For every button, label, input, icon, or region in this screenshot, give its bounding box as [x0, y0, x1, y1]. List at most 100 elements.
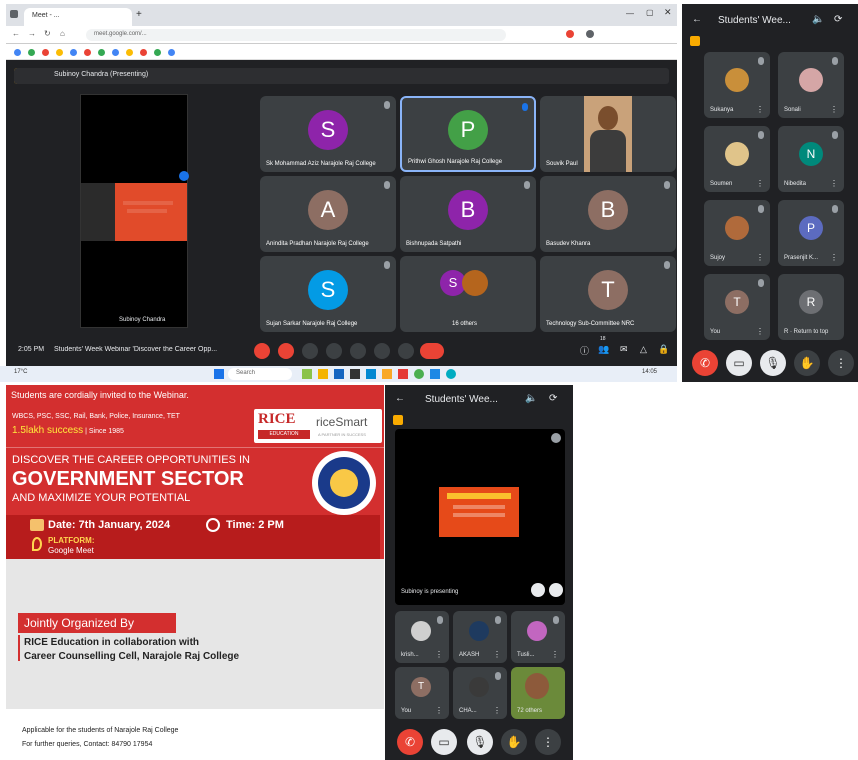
forward-icon[interactable]: →: [28, 29, 36, 38]
activities-icon[interactable]: △: [640, 344, 647, 355]
bookmark-icon[interactable]: [56, 49, 63, 56]
participant-tile-self[interactable]: T You ⋮: [704, 274, 770, 340]
more-icon[interactable]: ⋮: [756, 105, 764, 114]
others-tile[interactable]: 72 others: [511, 667, 565, 719]
end-call-button[interactable]: [420, 343, 444, 359]
mic-off-button[interactable]: 🎙: [760, 350, 786, 376]
participant-tile-active[interactable]: P Prithwi Ghosh Narajole Raj College: [400, 96, 536, 172]
more-icon[interactable]: ⋮: [756, 179, 764, 188]
extension-icon[interactable]: [566, 30, 574, 38]
back-arrow-icon[interactable]: ←: [395, 393, 405, 404]
return-to-top-label[interactable]: R · Return to top: [784, 329, 828, 335]
bookmark-icon[interactable]: [42, 49, 49, 56]
app-icon[interactable]: [446, 369, 456, 379]
chrome-icon[interactable]: [414, 369, 424, 379]
back-icon[interactable]: ←: [12, 29, 20, 38]
app-icon[interactable]: [302, 369, 312, 379]
chat-icon[interactable]: ✉: [620, 344, 628, 355]
participant-tile[interactable]: CHA... ⋮: [453, 667, 507, 719]
participant-tile[interactable]: N Nibedita ⋮: [778, 126, 844, 192]
info-icon[interactable]: ⓘ: [580, 344, 589, 357]
participant-tile[interactable]: T Technology Sub-Committee NRC: [540, 256, 676, 332]
participant-tile[interactable]: S Sujan Sarkar Narajole Raj College: [260, 256, 396, 332]
more-icon[interactable]: ⋮: [551, 650, 559, 659]
new-tab-icon[interactable]: +: [136, 9, 142, 20]
bookmark-icon[interactable]: [98, 49, 105, 56]
participant-tile[interactable]: krish... ⋮: [395, 611, 449, 663]
return-to-top-tile[interactable]: R R · Return to top: [778, 274, 844, 340]
participant-tile[interactable]: Soumen ⋮: [704, 126, 770, 192]
more-icon[interactable]: ⋮: [830, 105, 838, 114]
bookmark-icon[interactable]: [168, 49, 175, 56]
camera-off-button[interactable]: ▭: [726, 350, 752, 376]
bookmark-icon[interactable]: [14, 49, 21, 56]
participant-tile[interactable]: A Anindita Pradhan Narajole Raj College: [260, 176, 396, 252]
back-arrow-icon[interactable]: ←: [692, 14, 702, 25]
speaker-icon[interactable]: 🔈: [812, 14, 824, 25]
present-button[interactable]: [350, 343, 366, 359]
participant-tile[interactable]: S Sk Mohammad Aziz Narajole Raj College: [260, 96, 396, 172]
raise-hand-button[interactable]: ✋: [794, 350, 820, 376]
start-icon[interactable]: [214, 369, 224, 379]
app-icon[interactable]: [430, 369, 440, 379]
app-icon[interactable]: [334, 369, 344, 379]
end-call-button[interactable]: ✆: [397, 729, 423, 755]
bookmark-icon[interactable]: [126, 49, 133, 56]
switch-camera-icon[interactable]: ⟳: [549, 393, 557, 404]
minimize-icon[interactable]: —: [626, 9, 634, 18]
more-icon[interactable]: ⋮: [493, 650, 501, 659]
participant-tile[interactable]: Sonali ⋮: [778, 52, 844, 118]
participant-tile[interactable]: P Prasenjit K... ⋮: [778, 200, 844, 266]
more-icon[interactable]: ⋮: [756, 253, 764, 262]
participant-tile[interactable]: Sujoy ⋮: [704, 200, 770, 266]
raise-hand-button[interactable]: ✋: [501, 729, 527, 755]
bookmark-icon[interactable]: [140, 49, 147, 56]
close-icon[interactable]: ✕: [664, 7, 672, 18]
captions-button[interactable]: [302, 343, 318, 359]
weather-widget[interactable]: 17°C: [14, 369, 27, 375]
more-options-button[interactable]: [398, 343, 414, 359]
mic-toggle-icon[interactable]: [531, 583, 545, 597]
people-icon[interactable]: 👥: [598, 344, 609, 355]
participant-tile[interactable]: Sukanya ⋮: [704, 52, 770, 118]
bookmark-icon[interactable]: [112, 49, 119, 56]
raise-hand-button[interactable]: [374, 343, 390, 359]
more-options-button[interactable]: ⋮: [535, 729, 561, 755]
more-icon[interactable]: ⋮: [435, 650, 443, 659]
app-icon[interactable]: [350, 369, 360, 379]
more-icon[interactable]: ⋮: [830, 253, 838, 262]
app-icon[interactable]: [318, 369, 328, 379]
participant-tile[interactable]: AKASH ⋮: [453, 611, 507, 663]
profile-icon[interactable]: [586, 30, 594, 38]
app-icon[interactable]: [398, 369, 408, 379]
emoji-button[interactable]: [326, 343, 342, 359]
more-icon[interactable]: ⋮: [493, 706, 501, 715]
participant-tile[interactable]: B Bishnupada Satpathi: [400, 176, 536, 252]
participant-tile[interactable]: Tusli... ⋮: [511, 611, 565, 663]
app-icon[interactable]: [366, 369, 376, 379]
app-icon[interactable]: [382, 369, 392, 379]
mic-off-button[interactable]: 🎙: [467, 729, 493, 755]
bookmark-icon[interactable]: [70, 49, 77, 56]
browser-tab[interactable]: Meet - ...: [24, 8, 132, 26]
participant-tile-self[interactable]: T You ⋮: [395, 667, 449, 719]
more-icon[interactable]: ⋮: [756, 327, 764, 336]
tab-search-icon[interactable]: [10, 10, 18, 18]
url-input[interactable]: meet.google.com/...: [86, 29, 506, 41]
bookmark-icon[interactable]: [28, 49, 35, 56]
mic-off-button[interactable]: [254, 343, 270, 359]
maximize-icon[interactable]: ▢: [646, 8, 654, 17]
camera-off-button[interactable]: ▭: [431, 729, 457, 755]
fullscreen-icon[interactable]: [549, 583, 563, 597]
speaker-icon[interactable]: 🔈: [525, 393, 537, 404]
more-options-button[interactable]: ⋮: [828, 350, 854, 376]
bookmark-icon[interactable]: [154, 49, 161, 56]
taskbar-search[interactable]: Search: [228, 368, 292, 380]
participant-tile-video[interactable]: Souvik Paul: [540, 96, 676, 172]
home-icon[interactable]: ⌂: [60, 29, 65, 38]
lock-icon[interactable]: 🔒: [658, 344, 669, 355]
more-icon[interactable]: ⋮: [435, 706, 443, 715]
camera-off-button[interactable]: [278, 343, 294, 359]
participant-tile[interactable]: B Basudev Khanra: [540, 176, 676, 252]
bookmark-icon[interactable]: [84, 49, 91, 56]
